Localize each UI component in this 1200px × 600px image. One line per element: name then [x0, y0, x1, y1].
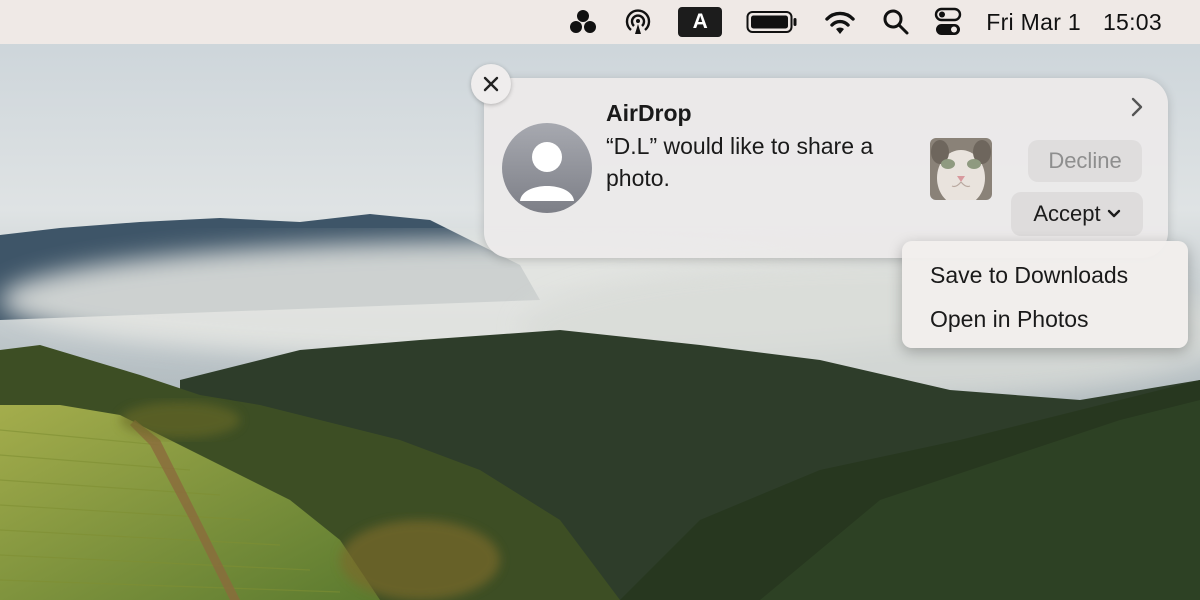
input-source-icon[interactable]: A	[678, 0, 723, 44]
accept-options-menu: Save to Downloads Open in Photos	[902, 241, 1188, 348]
airdrop-icon[interactable]	[622, 0, 654, 44]
menu-bar-clock[interactable]: Fri Mar 1 15:03	[986, 9, 1162, 36]
accept-button[interactable]: Accept	[1011, 192, 1143, 236]
close-icon	[483, 76, 499, 92]
control-strip-icon[interactable]	[568, 0, 598, 44]
battery-icon[interactable]	[746, 0, 798, 44]
menu-bar-date: Fri Mar 1	[986, 8, 1081, 35]
menu-item-save-to-downloads[interactable]: Save to Downloads	[902, 254, 1188, 298]
menu-bar-time: 15:03	[1102, 8, 1162, 35]
accept-button-label: Accept	[1033, 201, 1101, 226]
notification-title: AirDrop	[606, 100, 692, 126]
notification-close-button[interactable]	[471, 64, 511, 104]
menu-item-open-in-photos[interactable]: Open in Photos	[902, 298, 1188, 342]
control-center-icon[interactable]	[934, 0, 962, 44]
menu-bar: A Fri Mar 1 15:03	[0, 0, 1200, 44]
decline-button[interactable]: Decline	[1028, 140, 1142, 182]
person-avatar-icon	[502, 123, 592, 213]
input-source-letter: A	[678, 7, 723, 37]
cat-photo-thumbnail	[930, 138, 992, 200]
chevron-right-icon[interactable]	[1130, 96, 1144, 118]
chevron-down-icon	[1107, 209, 1120, 218]
search-icon[interactable]	[882, 0, 910, 44]
wifi-icon[interactable]	[822, 0, 858, 44]
airdrop-notification[interactable]: AirDrop “D.L” would like to share a phot…	[484, 78, 1168, 258]
notification-message: “D.L” would like to share a photo.	[606, 133, 874, 191]
